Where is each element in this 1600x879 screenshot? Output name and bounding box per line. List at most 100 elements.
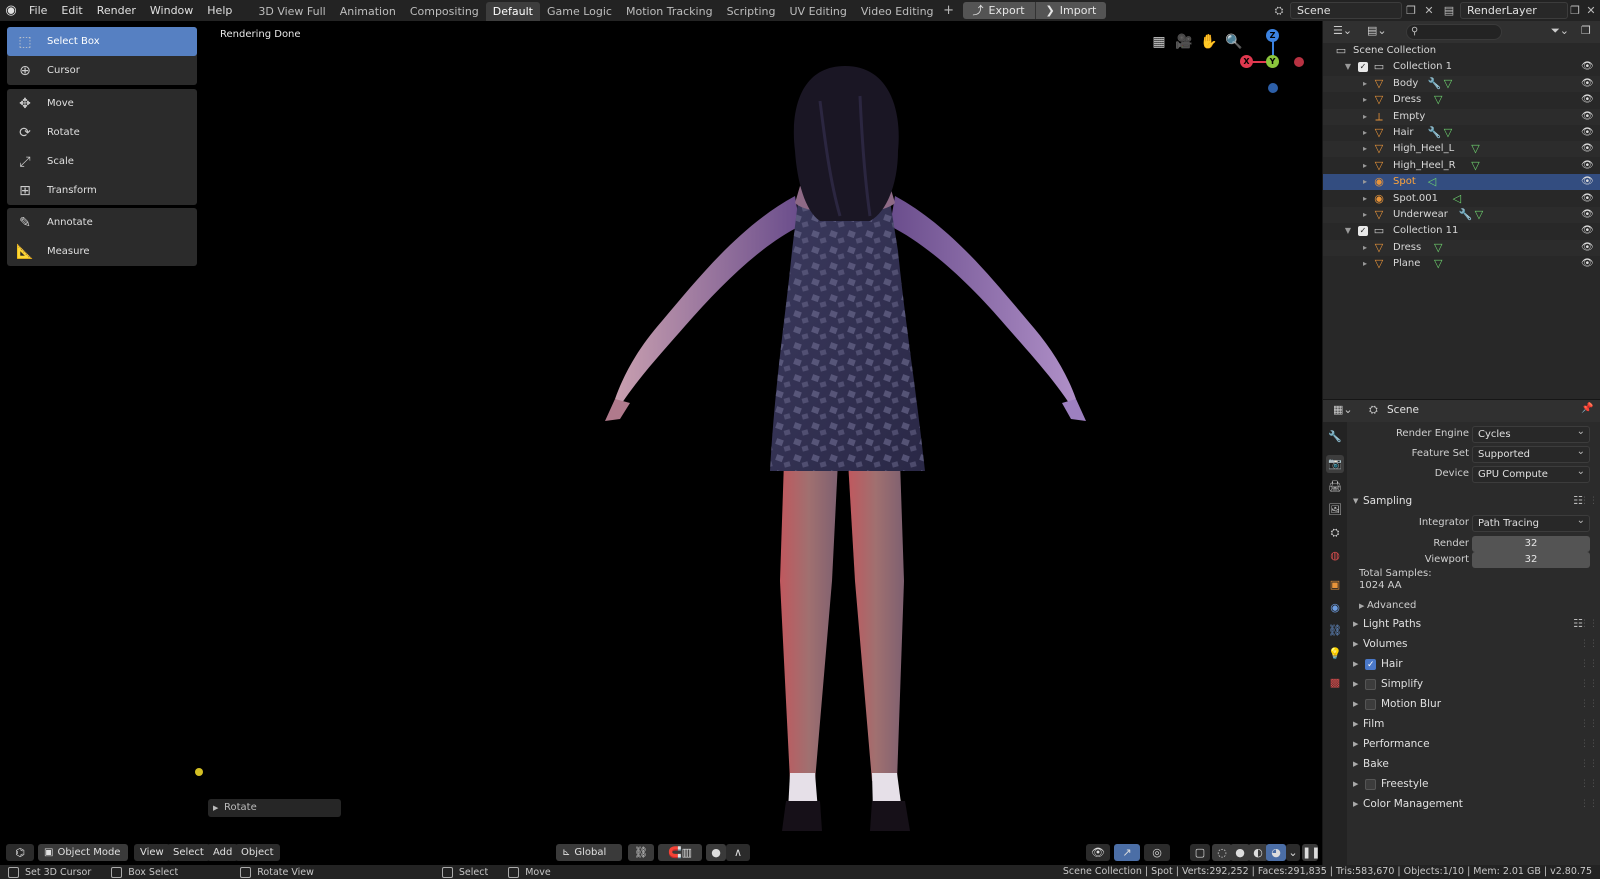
film-section[interactable]: ▶ Film ⋮⋮ (1347, 714, 1600, 734)
visibility-eye-icon[interactable]: 👁 (1581, 240, 1594, 256)
scene-copy-icon[interactable]: ❐ (1402, 2, 1420, 19)
outliner-row[interactable]: ▸ ▽ Plane ▽ 👁 (1323, 256, 1600, 272)
tab-motion-tracking[interactable]: Motion Tracking (619, 2, 720, 21)
visibility-icon[interactable]: 👁 (1086, 844, 1110, 861)
texture-tab-icon[interactable]: ▩ (1326, 674, 1344, 692)
scene-browse-icon[interactable]: ⛭ (1270, 2, 1288, 19)
export-button[interactable]: ⤴ Export (962, 2, 1035, 19)
hair-checkbox[interactable] (1365, 655, 1376, 675)
collapse-arrow-icon[interactable]: ▼ (1343, 223, 1353, 239)
menu-view[interactable]: View (134, 844, 170, 861)
tool-rotate[interactable]: ⟳ Rotate (7, 118, 197, 147)
viewport-samples-field[interactable]: 32 (1472, 552, 1590, 568)
pin-icon[interactable]: 📌 (1581, 403, 1593, 414)
pivot-icon[interactable]: ⛓ (628, 844, 654, 861)
display-mode-icon[interactable]: ▤⌄ (1367, 24, 1391, 40)
expand-arrow-icon[interactable]: ▸ (1360, 240, 1370, 256)
expand-arrow-icon[interactable]: ▸ (1360, 158, 1370, 174)
tool-select-box[interactable]: ⬚ Select Box (7, 27, 197, 56)
outliner-row[interactable]: ▼ ✓ ▭ Collection 11 👁 (1323, 223, 1600, 239)
mesh-data-icon[interactable]: ▽ (1471, 158, 1479, 174)
mesh-data-icon[interactable]: ▽ (1434, 256, 1442, 272)
collapse-arrow-icon[interactable]: ▼ (1343, 59, 1353, 75)
simplify-section[interactable]: ▶ Simplify ⋮⋮ (1347, 674, 1600, 694)
tab-animation[interactable]: Animation (333, 2, 403, 21)
filter-icon[interactable]: ⏷⌄ (1551, 24, 1569, 38)
drag-grip-icon[interactable]: ⋮⋮ (1580, 774, 1598, 794)
rendered-shading-icon[interactable]: ◕ (1266, 844, 1286, 861)
drag-grip-icon[interactable]: ⋮⋮ (1580, 491, 1598, 511)
proportional-edit-icon[interactable]: ● (706, 844, 726, 861)
mode-dropdown[interactable]: ▣Object Mode ⌄ (38, 844, 128, 875)
menu-select[interactable]: Select (167, 844, 210, 861)
orientation-dropdown[interactable]: ⊾Global ⌄ (556, 844, 622, 875)
modifier-icon[interactable]: 🔧 (1428, 125, 1442, 141)
bake-section[interactable]: ▶ Bake ⋮⋮ (1347, 754, 1600, 774)
expand-arrow-icon[interactable]: ▸ (1360, 109, 1370, 125)
collection-exclude-checkbox[interactable]: ✓ (1358, 62, 1368, 73)
visibility-eye-icon[interactable]: 👁 (1581, 158, 1594, 174)
gizmo-z-axis[interactable]: Z (1266, 29, 1279, 42)
menu-help[interactable]: Help (200, 0, 239, 21)
properties-editor-type-icon[interactable]: ▦⌄ (1333, 403, 1353, 416)
expand-arrow-icon[interactable]: ▸ (1360, 174, 1370, 190)
render-engine-dropdown[interactable]: Cycles (1472, 424, 1590, 443)
menu-edit[interactable]: Edit (54, 0, 89, 21)
tab-3d-view-full[interactable]: 3D View Full (251, 2, 332, 21)
expand-arrow-icon[interactable]: ▸ (1360, 191, 1370, 207)
pan-hand-icon[interactable]: ✋ (1200, 33, 1218, 51)
material-shading-icon[interactable]: ◐ (1248, 844, 1268, 861)
drag-grip-icon[interactable]: ⋮⋮ (1580, 734, 1598, 754)
advanced-subpanel[interactable]: ▶ Advanced (1359, 597, 1597, 615)
world-tab-icon[interactable]: ◍ (1326, 547, 1344, 565)
performance-section[interactable]: ▶ Performance ⋮⋮ (1347, 734, 1600, 754)
drag-grip-icon[interactable]: ⋮⋮ (1580, 794, 1598, 814)
visibility-eye-icon[interactable]: 👁 (1581, 191, 1594, 207)
drag-grip-icon[interactable]: ⋮⋮ (1580, 674, 1598, 694)
drag-grip-icon[interactable]: ⋮⋮ (1580, 754, 1598, 774)
mesh-data-icon[interactable]: ▽ (1434, 240, 1442, 256)
output-tab-icon[interactable]: 🖨 (1326, 478, 1344, 496)
menu-add[interactable]: Add (207, 844, 239, 861)
visibility-eye-icon[interactable]: 👁 (1581, 92, 1594, 108)
light-data-icon[interactable]: ◁ (1428, 174, 1436, 190)
expand-arrow-icon[interactable]: ▸ (1360, 76, 1370, 92)
outliner-row[interactable]: ▸ ▽ High_Heel_R ▽ 👁 (1323, 158, 1600, 174)
gizmo-neg-x-axis[interactable] (1294, 57, 1304, 67)
freestyle-checkbox[interactable] (1365, 779, 1376, 790)
volumes-section[interactable]: ▶ Volumes ⋮⋮ (1347, 634, 1600, 654)
menu-window[interactable]: Window (143, 0, 200, 21)
editor-type-icon[interactable]: ⌬ (6, 844, 34, 861)
tool-transform[interactable]: ⊞ Transform (7, 176, 197, 205)
scene-tab-icon[interactable]: ⛭ (1326, 524, 1344, 542)
visibility-eye-icon[interactable]: 👁 (1581, 223, 1594, 239)
pause-render-icon[interactable]: ❚❚ (1302, 844, 1320, 861)
new-collection-icon[interactable]: ❐ (1581, 24, 1591, 37)
layer-name-field[interactable]: RenderLayer (1460, 2, 1568, 19)
outliner-row[interactable]: ▸ ▽ Hair 🔧 ▽ 👁 (1323, 125, 1600, 141)
integrator-dropdown[interactable]: Path Tracing (1472, 513, 1590, 532)
visibility-eye-icon[interactable]: 👁 (1581, 207, 1594, 223)
visibility-eye-icon[interactable]: 👁 (1581, 174, 1594, 190)
tool-scale[interactable]: ⤢ Scale (7, 147, 197, 176)
drag-grip-icon[interactable]: ⋮⋮ (1580, 634, 1598, 654)
visibility-eye-icon[interactable]: 👁 (1581, 141, 1594, 157)
outliner-row[interactable]: ▸ ▽ Dress ▽ 👁 (1323, 239, 1600, 256)
expand-arrow-icon[interactable]: ▸ (1360, 141, 1370, 157)
freestyle-section[interactable]: ▶ Freestyle ⋮⋮ (1347, 774, 1600, 794)
device-dropdown[interactable]: GPU Compute (1472, 464, 1590, 483)
render-samples-field[interactable]: 32 (1472, 536, 1590, 552)
feature-set-dropdown[interactable]: Supported (1472, 444, 1590, 463)
light-paths-section[interactable]: ▶ Light Paths ☷ ⋮⋮ (1347, 614, 1600, 634)
outliner-editor-type-icon[interactable]: ☰⌄ (1333, 24, 1357, 40)
motion-blur-checkbox[interactable] (1365, 699, 1376, 710)
last-operator-panel[interactable]: ▶ Rotate (208, 799, 341, 817)
modifier-icon[interactable]: 🔧 (1428, 76, 1442, 92)
tab-video-editing[interactable]: Video Editing (854, 2, 941, 21)
modifier-icon[interactable]: 🔧 (1459, 207, 1473, 223)
tool-tab-icon[interactable]: 🔧 (1326, 428, 1344, 446)
shading-options-icon[interactable]: ⌄ (1286, 844, 1300, 861)
mesh-data-icon[interactable]: ▽ (1475, 207, 1483, 223)
blender-logo-icon[interactable]: ◉ (0, 0, 22, 21)
collection-exclude-checkbox[interactable]: ✓ (1358, 226, 1368, 237)
